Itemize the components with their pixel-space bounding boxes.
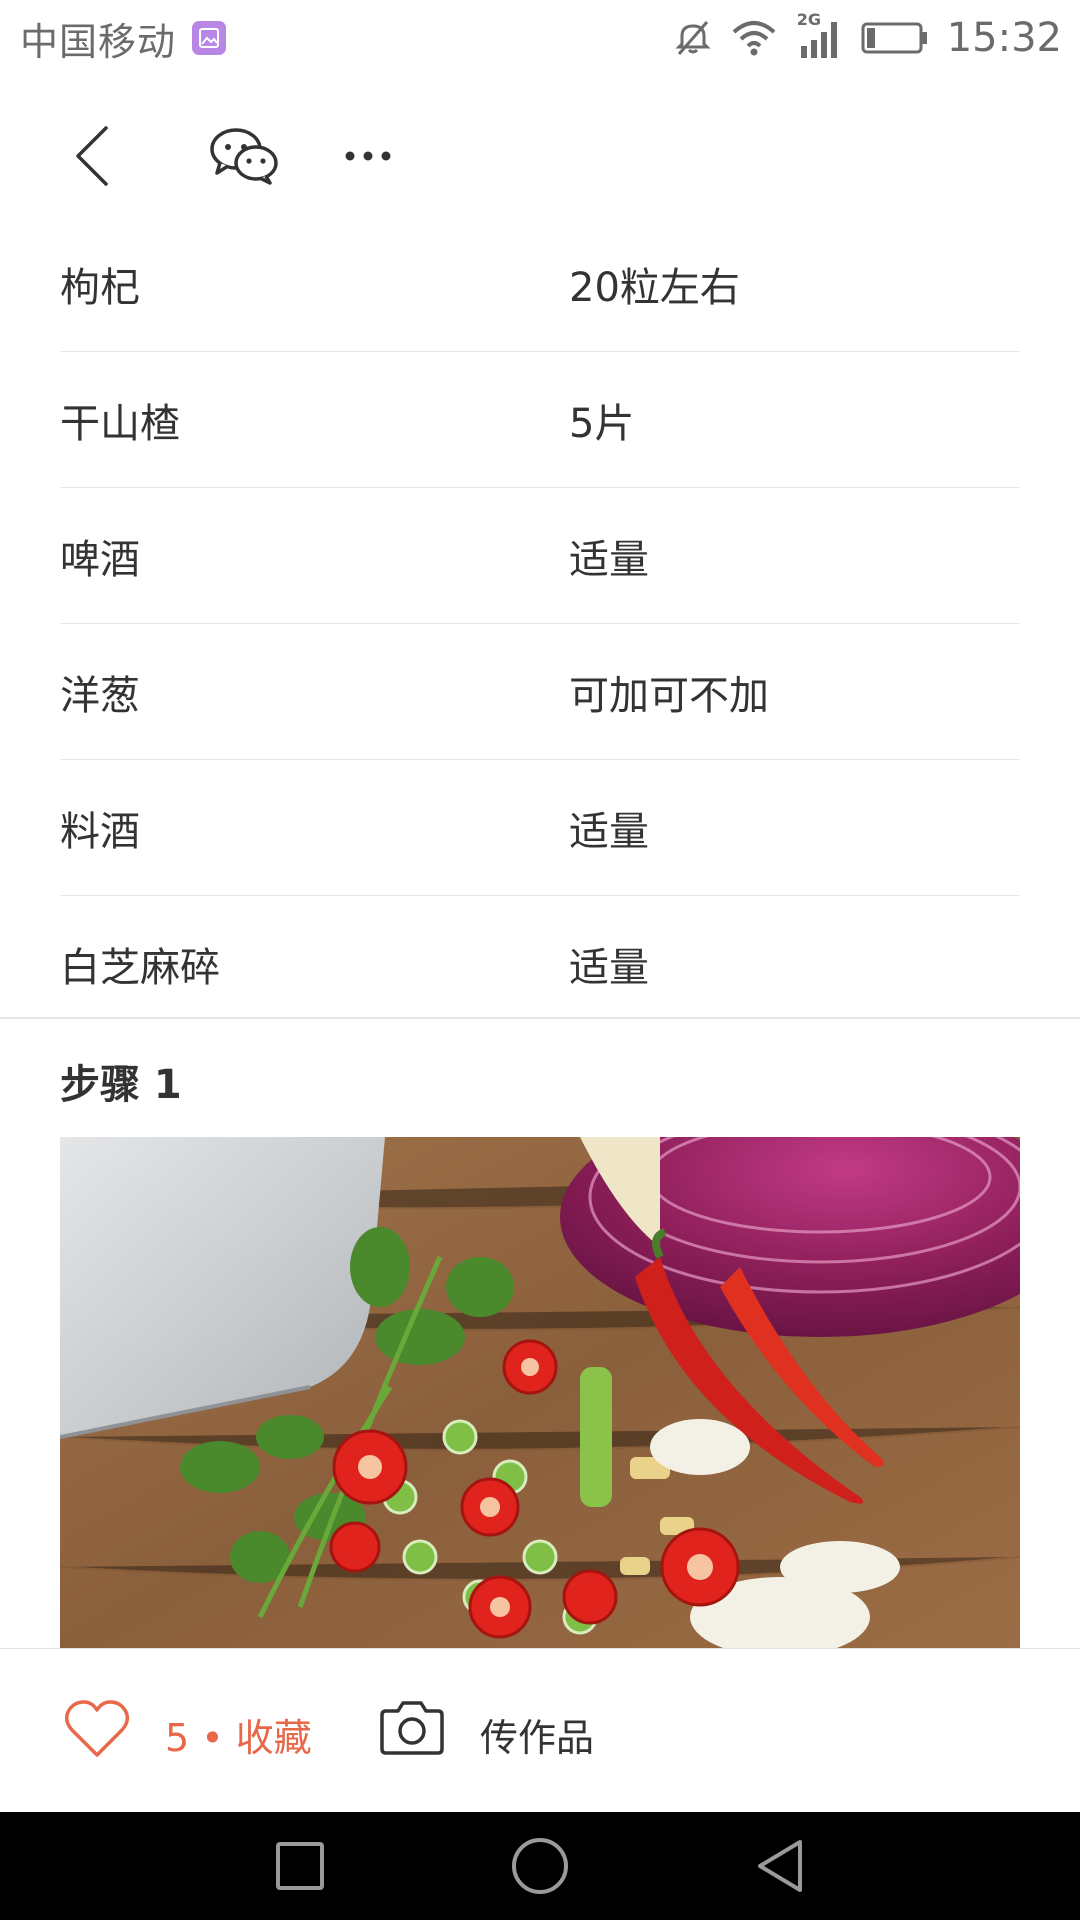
wifi-icon <box>731 18 777 58</box>
ingredient-amount: 适量 <box>569 536 649 583</box>
back-button[interactable] <box>52 116 132 196</box>
system-navigation-bar <box>0 1812 1080 1920</box>
ingredient-name: 白芝麻碎 <box>60 944 220 991</box>
camera-icon <box>380 1701 444 1755</box>
ingredient-name: 啤酒 <box>60 536 140 583</box>
status-bar: 中国移动 2G 15:32 <box>0 0 1080 76</box>
recipe-detail-screen: 中国移动 2G 15:32 枸杞 20粒左右 干山楂 5片 啤酒 适量 洋葱 可… <box>0 0 1080 1920</box>
ingredient-row: 洋葱 可加可不加 <box>60 624 1020 760</box>
top-toolbar <box>0 96 1080 216</box>
upload-work-button[interactable] <box>380 1697 444 1761</box>
ingredient-amount: 5片 <box>569 400 635 447</box>
mute-icon <box>673 18 713 58</box>
home-icon <box>512 1838 568 1894</box>
step-title: 步骤 1 <box>60 1062 182 1108</box>
recent-apps-button[interactable] <box>250 1812 350 1920</box>
favorite-button[interactable] <box>64 1699 130 1759</box>
gallery-notification-icon <box>192 21 227 55</box>
back-arrow-icon <box>76 126 108 186</box>
status-right: 2G 15:32 <box>673 10 1062 61</box>
status-left: 中国移动 <box>20 11 227 66</box>
signal-icon: 2G <box>795 10 843 60</box>
network-type-label: 2G <box>796 10 821 29</box>
heart-icon <box>64 1700 130 1757</box>
ingredient-list: 枸杞 20粒左右 干山楂 5片 啤酒 适量 洋葱 可加可不加 料酒 适量 白芝麻… <box>60 216 1020 1031</box>
upload-work-label[interactable]: 传作品 <box>480 1707 594 1762</box>
ingredient-row: 枸杞 20粒左右 <box>60 216 1020 352</box>
ingredient-name: 干山楂 <box>60 400 180 447</box>
ingredient-row: 料酒 适量 <box>60 760 1020 896</box>
more-dots-icon <box>345 151 391 161</box>
favorite-count-label[interactable]: 5 • 收藏 <box>165 1707 312 1762</box>
chopped-vegetables-photo <box>60 1137 1020 1649</box>
ingredient-name: 料酒 <box>60 808 140 855</box>
bottom-action-bar: 5 • 收藏 传作品 <box>0 1648 1080 1813</box>
ingredient-amount: 适量 <box>569 944 649 991</box>
recent-apps-icon <box>276 1842 324 1890</box>
step-photo[interactable] <box>60 1137 1020 1649</box>
ingredient-row: 干山楂 5片 <box>60 352 1020 488</box>
ingredient-amount: 可加可不加 <box>569 672 769 719</box>
home-button[interactable] <box>490 1812 590 1920</box>
ingredient-amount: 20粒左右 <box>569 264 740 311</box>
back-nav-button[interactable] <box>730 1812 830 1920</box>
ingredient-amount: 适量 <box>569 808 649 855</box>
section-divider <box>0 1017 1080 1019</box>
back-icon <box>758 1840 802 1892</box>
more-options-button[interactable] <box>336 116 400 196</box>
battery-icon <box>861 18 929 58</box>
clock: 15:32 <box>946 15 1062 61</box>
wechat-share-button[interactable] <box>200 116 288 196</box>
ingredient-row: 啤酒 适量 <box>60 488 1020 624</box>
wechat-share-icon <box>210 128 278 185</box>
ingredient-name: 洋葱 <box>60 672 140 719</box>
ingredient-name: 枸杞 <box>60 264 140 311</box>
carrier-name: 中国移动 <box>20 19 177 64</box>
ingredient-row: 白芝麻碎 适量 <box>60 896 1020 1031</box>
